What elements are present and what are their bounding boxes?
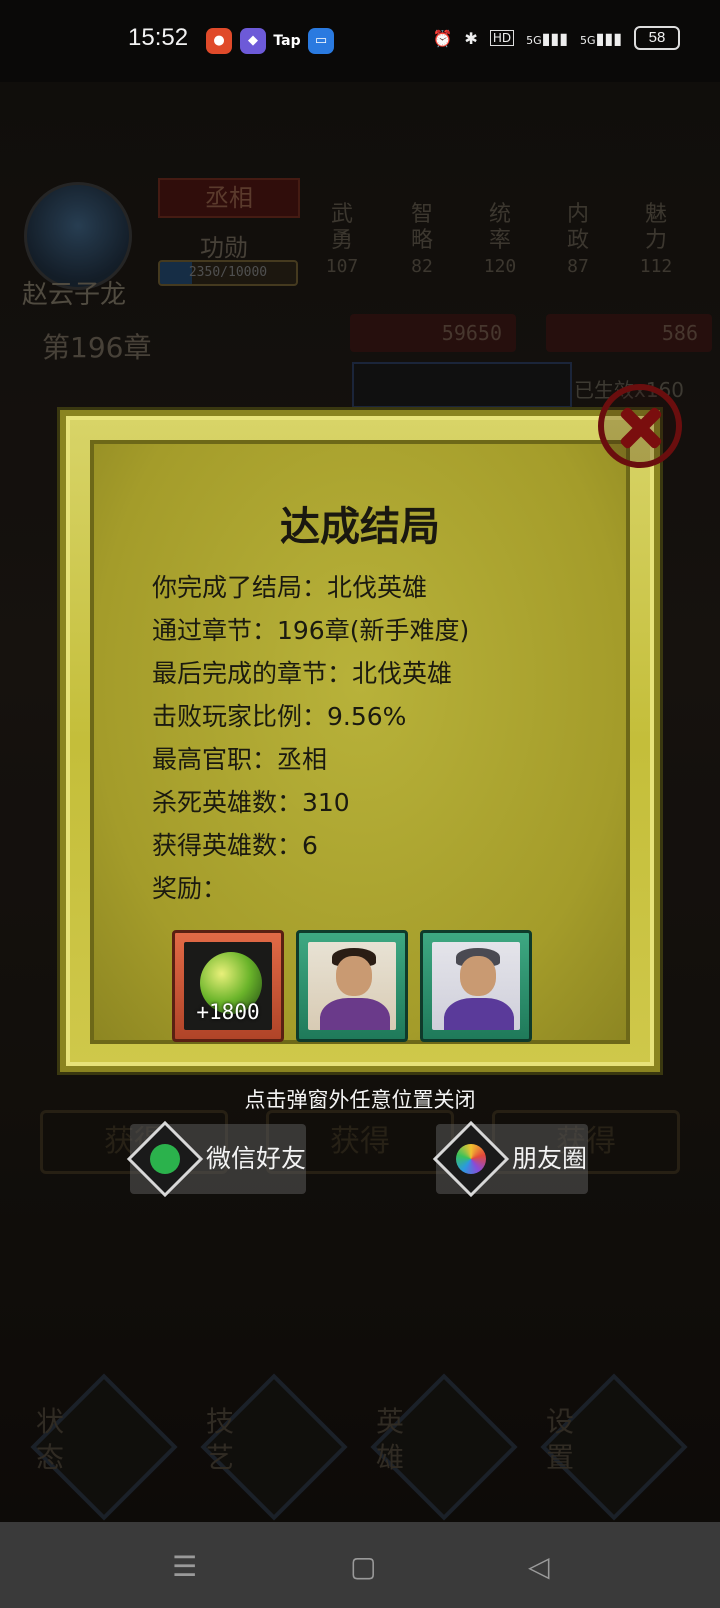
tap-app-icon: Tap [273, 33, 301, 49]
wechat-icon [126, 1120, 204, 1198]
close-hint: 点击弹窗外任意位置关闭 [244, 1088, 476, 1112]
alarm-icon: ⏰ [432, 28, 453, 48]
bluetooth-icon: ✱ [464, 28, 478, 48]
reward-hero[interactable] [296, 930, 408, 1042]
status-bar: 15:52 ● ◆ Tap ▭ ⏰ ✱ HD 5G▮▮▮ 5G▮▮▮ 58 [0, 0, 720, 82]
wallet-app-icon: ▭ [308, 28, 334, 54]
system-nav-bar: ☰ ▢ ◁ [0, 1522, 720, 1608]
heroes-killed-line: 杀死英雄数：310 [152, 788, 350, 817]
signal-icon: 5G▮▮▮ [526, 28, 569, 48]
share-moments-label: 朋友圈 [512, 1144, 588, 1173]
rewards-label: 奖励： [152, 874, 228, 903]
last-chapter-line: 最后完成的章节：北伐英雄 [152, 659, 453, 688]
reward-item-orb[interactable]: +1800 [172, 930, 284, 1042]
status-indicators: ⏰ ✱ HD 5G▮▮▮ 5G▮▮▮ 58 [432, 26, 680, 50]
app-notification-icon: ◆ [240, 28, 266, 54]
share-wechat-friend-button[interactable]: 微信好友 [126, 1120, 307, 1198]
dialog-title: 达成结局 [280, 504, 440, 550]
clock: 15:52 [128, 24, 189, 51]
menu-icon[interactable]: ☰ [172, 1550, 197, 1583]
chapters-passed-line: 通过章节：196章(新手难度) [152, 616, 470, 645]
battery-indicator: 58 [634, 26, 680, 50]
home-icon[interactable]: ▢ [350, 1550, 376, 1583]
close-icon[interactable] [598, 384, 682, 468]
dialog-panel: 达成结局 你完成了结局：北伐英雄 通过章节：196章(新手难度) 最后完成的章节… [90, 440, 630, 1044]
app-notification-icon: ● [206, 28, 232, 54]
ending-dialog: 达成结局 你完成了结局：北伐英雄 通过章节：196章(新手难度) 最后完成的章节… [60, 410, 660, 1072]
hero-portrait-icon [432, 942, 520, 1030]
back-icon[interactable]: ◁ [528, 1550, 550, 1583]
hero-portrait-icon [308, 942, 396, 1030]
reward-hero[interactable] [420, 930, 532, 1042]
reward-amount: +1800 [196, 1000, 260, 1024]
signal-icon: 5G▮▮▮ [580, 28, 622, 48]
moments-icon [432, 1120, 510, 1198]
heroes-obtained-line: 获得英雄数：6 [152, 831, 318, 860]
ending-line: 你完成了结局：北伐英雄 [152, 573, 428, 602]
share-moments-button[interactable]: 朋友圈 [432, 1120, 588, 1198]
share-wechat-label: 微信好友 [206, 1144, 307, 1173]
highest-rank-line: 最高官职：丞相 [152, 745, 328, 774]
hd-icon: HD [489, 30, 515, 46]
reward-orb-image: +1800 [184, 942, 272, 1030]
defeat-ratio-line: 击败玩家比例：9.56% [152, 702, 407, 731]
